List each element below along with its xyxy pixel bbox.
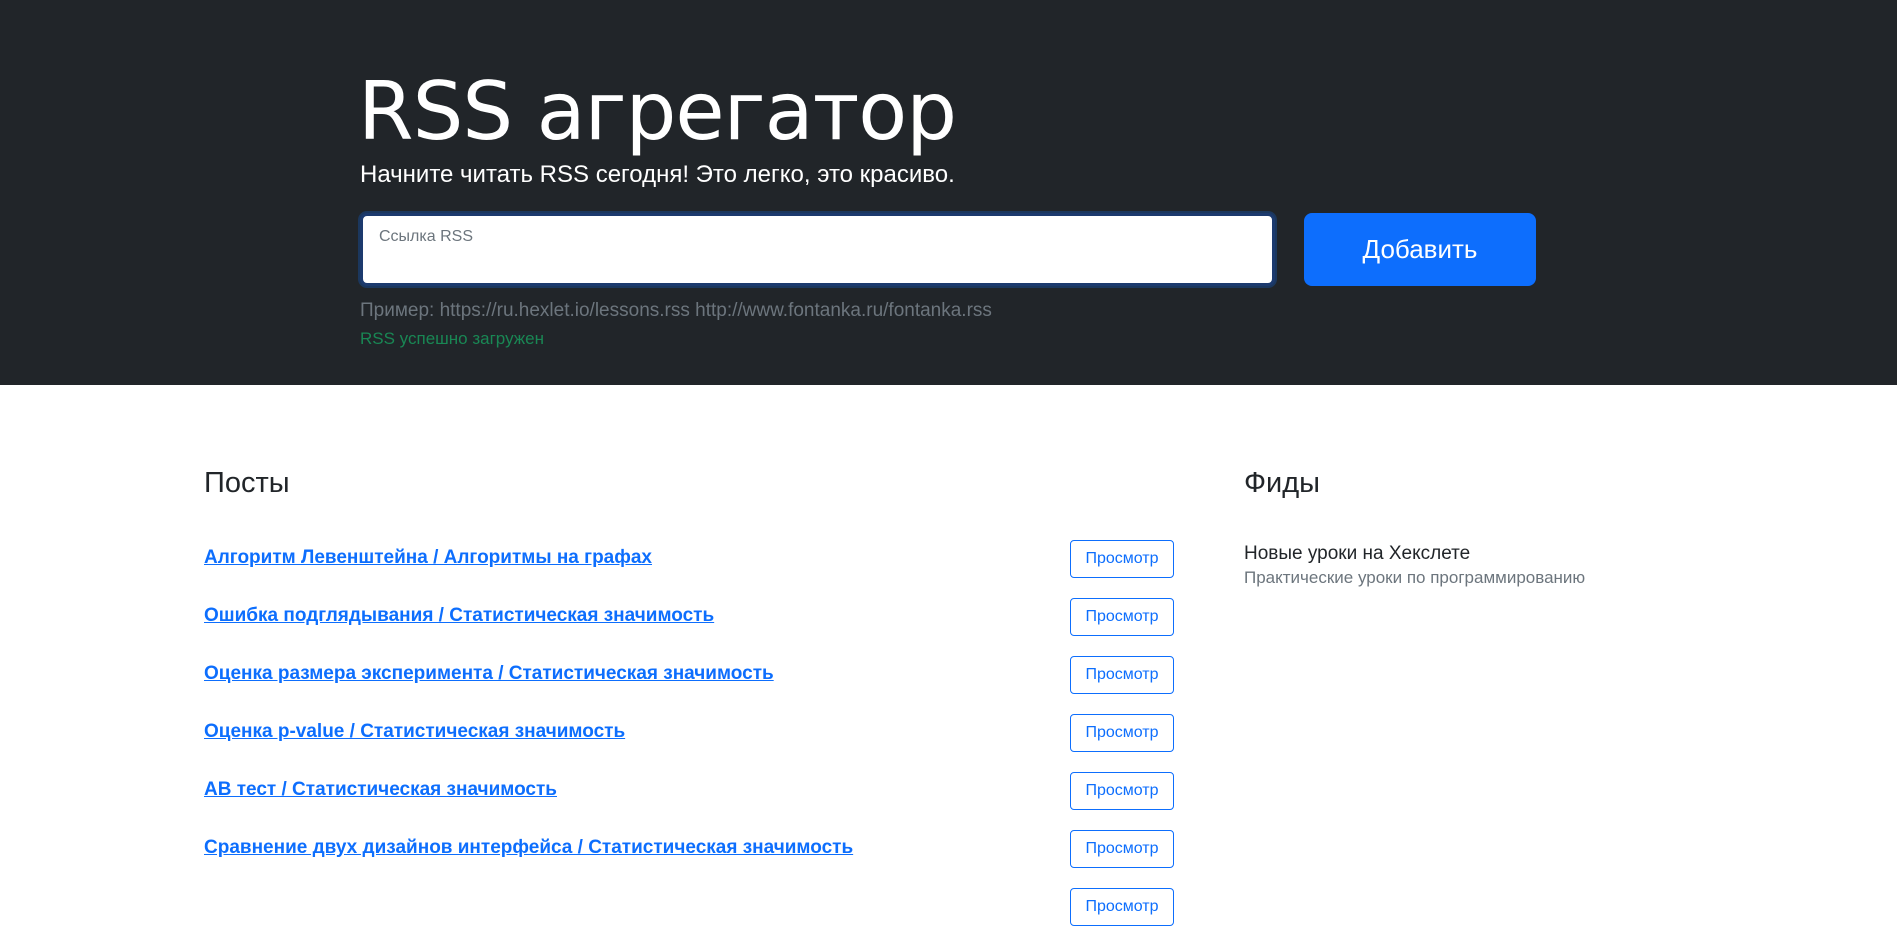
page-title: RSS агрегатор <box>358 65 957 158</box>
feedback-message: RSS успешно загружен <box>360 329 544 348</box>
posts-list: Алгоритм Левенштейна / Алгоритмы на граф… <box>204 538 1174 944</box>
post-item: Оценка размера эксперимента / Статистиче… <box>204 654 1174 712</box>
post-link[interactable]: Алгоритм Левенштейна / Алгоритмы на граф… <box>204 547 652 569</box>
example-hint: Пример: https://ru.hexlet.io/lessons.rss… <box>360 300 992 321</box>
post-link[interactable]: Ошибка подглядывания / Статистическая зн… <box>204 605 714 627</box>
post-item: Сравнение двух дизайнов интерфейса / Ста… <box>204 828 1174 886</box>
view-button[interactable]: Просмотр <box>1070 888 1174 926</box>
post-link[interactable]: Оценка p-value / Статистическая значимос… <box>204 721 625 743</box>
add-button[interactable]: Добавить <box>1304 213 1536 286</box>
post-item: Просмотр <box>204 886 1174 944</box>
post-link[interactable]: Оценка размера эксперимента / Статистиче… <box>204 663 774 685</box>
feeds-title: Фиды <box>1244 467 1321 499</box>
post-item: Оценка p-value / Статистическая значимос… <box>204 712 1174 770</box>
hero-section: RSS агрегатор Начните читать RSS сегодня… <box>0 0 1897 385</box>
hero-lead: Начните читать RSS сегодня! Это легко, э… <box>360 161 955 188</box>
posts-title: Посты <box>204 467 290 499</box>
post-link[interactable]: Сравнение двух дизайнов интерфейса / Ста… <box>204 837 853 859</box>
post-link[interactable]: AB тест / Статистическая значимость <box>204 779 557 801</box>
view-button[interactable]: Просмотр <box>1070 830 1174 868</box>
rss-url-input[interactable]: Ссылка RSS <box>360 213 1275 286</box>
view-button[interactable]: Просмотр <box>1070 598 1174 636</box>
view-button[interactable]: Просмотр <box>1070 656 1174 694</box>
view-button[interactable]: Просмотр <box>1070 540 1174 578</box>
view-button[interactable]: Просмотр <box>1070 772 1174 810</box>
view-button[interactable]: Просмотр <box>1070 714 1174 752</box>
post-item: Ошибка подглядывания / Статистическая зн… <box>204 596 1174 654</box>
feed-description: Практические уроки по программированию <box>1244 568 1586 587</box>
feed-name: Новые уроки на Хекслете <box>1244 543 1471 564</box>
rss-url-placeholder: Ссылка RSS <box>379 228 473 245</box>
post-item: AB тест / Статистическая значимость Прос… <box>204 770 1174 828</box>
post-item: Алгоритм Левенштейна / Алгоритмы на граф… <box>204 538 1174 596</box>
